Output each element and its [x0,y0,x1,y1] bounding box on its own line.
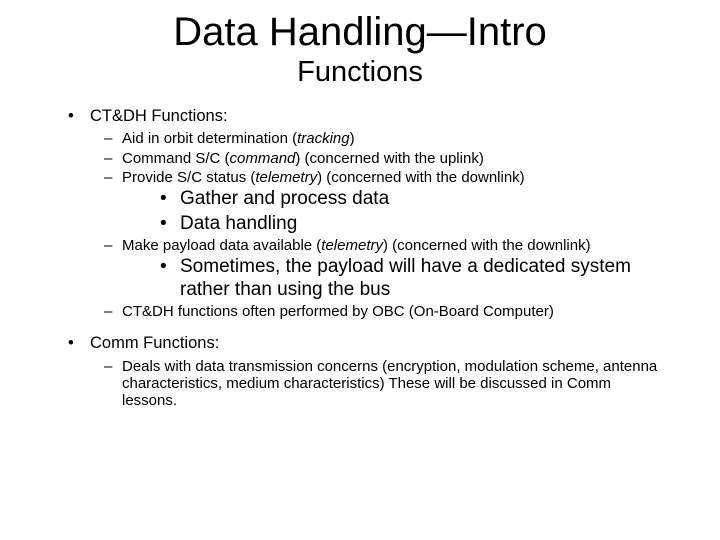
bullet-tracking: Aid in orbit determination (tracking) [50,130,670,147]
bullet-gather: Gather and process data [50,188,670,210]
bullet-obc: CT&DH functions often performed by OBC (… [50,303,670,320]
slide-title: Data Handling—Intro [50,10,670,54]
bullet-comm-detail: Deals with data transmission concerns (e… [50,358,670,410]
italic-command: command [230,150,296,167]
bullet-status: Provide S/C status (telemetry) (concerne… [50,169,670,186]
text: ) (concerned with the downlink) [383,237,591,254]
slide-subtitle: Functions [50,56,670,89]
slide: Data Handling—Intro Functions CT&DH Func… [0,0,720,540]
bullet-ctdh-heading: CT&DH Functions: [50,107,670,126]
slide-content: CT&DH Functions: Aid in orbit determinat… [50,107,670,410]
italic-tracking: tracking [297,130,350,147]
italic-telemetry-1: telemetry [255,169,317,186]
bullet-datahandling: Data handling [50,213,670,235]
text: Provide S/C status ( [122,169,255,186]
text: ) (concerned with the uplink) [295,150,483,167]
bullet-payload: Make payload data available (telemetry) … [50,237,670,254]
text: Command S/C ( [122,150,230,167]
text: Aid in orbit determination ( [122,130,297,147]
text: ) (concerned with the downlink) [317,169,525,186]
bullet-dedicated-system: Sometimes, the payload will have a dedic… [50,256,670,301]
bullet-command: Command S/C (command) (concerned with th… [50,150,670,167]
text: Make payload data available ( [122,237,321,254]
italic-telemetry-2: telemetry [321,237,383,254]
text: ) [350,130,355,147]
bullet-comm-heading: Comm Functions: [50,334,670,353]
